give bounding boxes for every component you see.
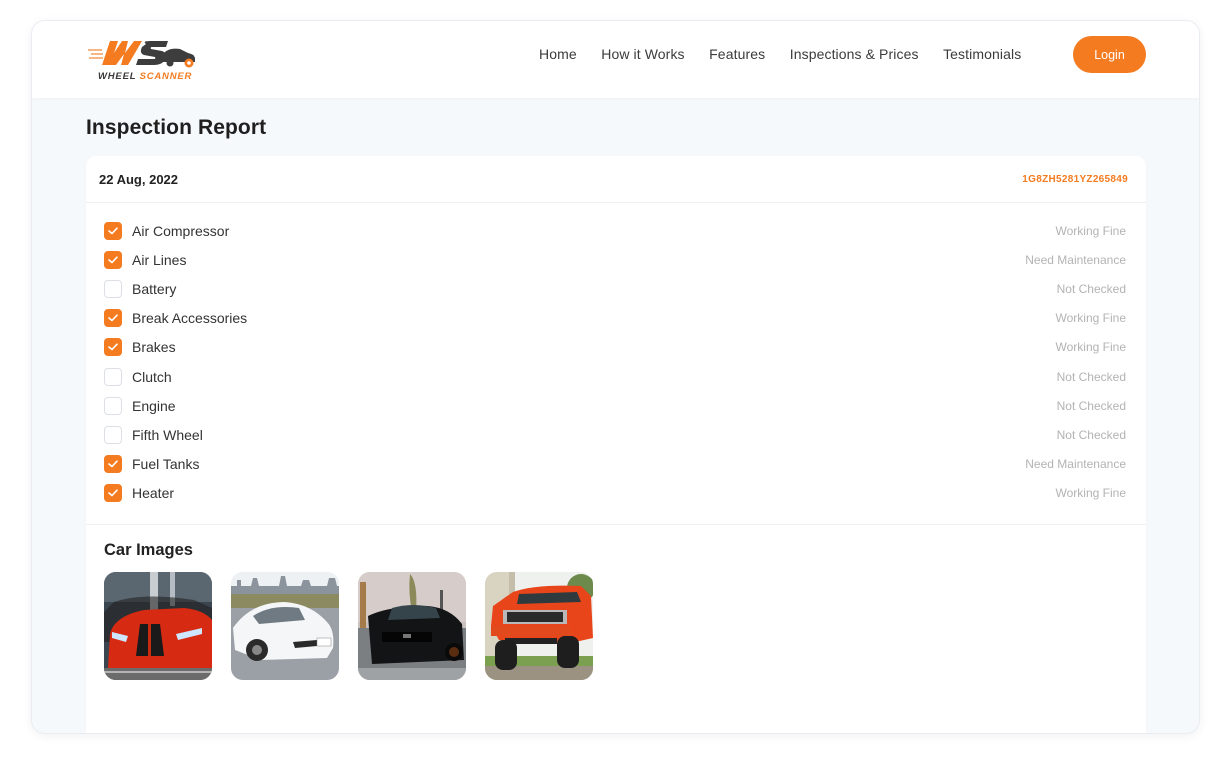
car-image-thumbnail[interactable] <box>358 572 466 680</box>
checklist-item: Brakes Working Fine <box>104 333 1126 362</box>
nav-link-features[interactable]: Features <box>709 46 765 62</box>
checkbox[interactable] <box>104 279 122 298</box>
car-images-gallery <box>104 572 1128 680</box>
report-date: 22 Aug, 2022 <box>99 171 179 187</box>
checklist-item: Air Compressor Working Fine <box>104 216 1126 245</box>
checklist-item: Battery Not Checked <box>104 274 1126 303</box>
checklist-item-label: Fifth Wheel <box>132 426 203 443</box>
checklist-item-label: Air Lines <box>132 251 187 268</box>
main-nav: Home How it Works Features Inspections &… <box>539 46 1046 62</box>
checkbox[interactable] <box>104 455 122 474</box>
car-images-title: Car Images <box>104 541 193 559</box>
checklist-item: Break Accessories Working Fine <box>104 304 1126 333</box>
car-images-section: Car Images <box>86 525 1146 696</box>
checklist-item-label: Heater <box>132 485 175 502</box>
navbar: WHEEL SCANNER Home How it Works Features… <box>32 21 1199 98</box>
checkmark-icon <box>108 489 118 497</box>
inspection-checklist: Air Compressor Working Fine Air Lines Ne… <box>86 203 1146 525</box>
nav-link-home[interactable]: Home <box>539 46 577 62</box>
checkbox[interactable] <box>104 309 122 328</box>
car-image-thumbnail[interactable] <box>485 572 593 680</box>
checkbox[interactable] <box>104 484 122 503</box>
nav-link-how-it-works[interactable]: How it Works <box>601 46 684 62</box>
checklist-item: Fifth Wheel Not Checked <box>104 420 1126 449</box>
checklist-item-status: Not Checked <box>1056 369 1126 384</box>
checklist-item: Air Lines Need Maintenance <box>104 245 1126 274</box>
logo-mark-icon <box>88 41 195 68</box>
logo[interactable]: WHEEL SCANNER <box>88 35 204 85</box>
checklist-item: Clutch Not Checked <box>104 362 1126 391</box>
page-title: Inspection Report <box>86 116 267 139</box>
checklist-item-status: Working Fine <box>1055 486 1126 501</box>
checkbox[interactable] <box>104 221 122 240</box>
checkbox[interactable] <box>104 250 122 269</box>
checkbox[interactable] <box>104 396 122 415</box>
checklist-item-label: Break Accessories <box>132 310 248 327</box>
checklist-item-label: Engine <box>132 397 176 414</box>
checklist-item-label: Brakes <box>132 339 176 356</box>
nav-link-inspections-prices[interactable]: Inspections & Prices <box>790 46 919 62</box>
red-sedan-image <box>104 572 212 680</box>
black-muscle-car-image <box>358 572 466 680</box>
checklist-item: Heater Working Fine <box>104 479 1126 508</box>
checklist-item-status: Not Checked <box>1056 281 1126 296</box>
nav-link-testimonials[interactable]: Testimonials <box>943 46 1021 62</box>
checkbox[interactable] <box>104 367 122 386</box>
report-header: 22 Aug, 2022 1G8ZH5281YZ265849 <box>86 156 1146 203</box>
checklist-item-label: Air Compressor <box>132 222 230 239</box>
checklist-item: Fuel Tanks Need Maintenance <box>104 450 1126 479</box>
checkmark-icon <box>108 256 118 264</box>
checklist-item-status: Need Maintenance <box>1025 457 1126 472</box>
checklist-item-status: Not Checked <box>1056 398 1126 413</box>
login-button[interactable]: Login <box>1073 36 1146 73</box>
checklist-item-status: Not Checked <box>1056 427 1126 442</box>
checklist-item-label: Fuel Tanks <box>132 456 200 473</box>
checkmark-icon <box>108 343 118 351</box>
car-image-thumbnail[interactable] <box>231 572 339 680</box>
checkbox[interactable] <box>104 338 122 357</box>
checklist-item-status: Need Maintenance <box>1025 252 1126 267</box>
checkmark-icon <box>108 314 118 322</box>
checklist-item: Engine Not Checked <box>104 391 1126 420</box>
browser-frame: WHEEL SCANNER Home How it Works Features… <box>31 20 1200 734</box>
checklist-item-label: Clutch <box>132 368 172 385</box>
checklist-item-label: Battery <box>132 280 177 297</box>
logo-text: WHEEL SCANNER <box>98 71 193 82</box>
inspection-report-card: 22 Aug, 2022 1G8ZH5281YZ265849 Air Compr… <box>86 156 1146 733</box>
checklist-item-status: Working Fine <box>1055 340 1126 355</box>
checkmark-icon <box>108 226 118 234</box>
checkbox[interactable] <box>104 425 122 444</box>
white-sports-car-image <box>231 572 339 680</box>
checkmark-icon <box>108 460 118 468</box>
checklist-item-status: Working Fine <box>1055 311 1126 326</box>
vin-number: 1G8ZH5281YZ265849 <box>1022 173 1128 185</box>
car-image-thumbnail[interactable] <box>104 572 212 680</box>
orange-pickup-truck-image <box>485 572 593 680</box>
checklist-item-status: Working Fine <box>1055 223 1126 238</box>
